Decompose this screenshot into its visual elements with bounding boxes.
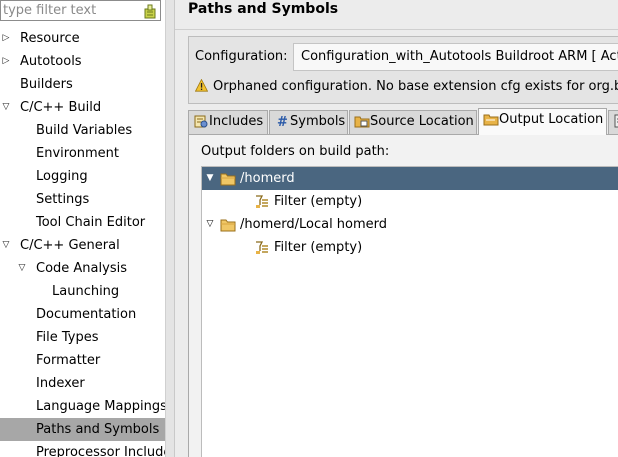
chevron-down-icon[interactable]: ▽ bbox=[16, 257, 28, 280]
chevron-down-icon[interactable]: ▽ bbox=[0, 96, 12, 119]
output-folder-row[interactable]: ▽ /homerd/Local homerd bbox=[202, 213, 618, 236]
properties-page: Paths and Symbols Configuration: Configu… bbox=[175, 0, 618, 457]
tree-item-build-variables[interactable]: Build Variables bbox=[0, 119, 165, 142]
tab-label: Output Location bbox=[499, 112, 604, 127]
configuration-area: Configuration: Configuration_with_Autoto… bbox=[188, 36, 618, 104]
filter-icon bbox=[254, 240, 271, 255]
tab-label: Source Location bbox=[370, 114, 474, 129]
tree-item-label: Autotools bbox=[20, 54, 82, 69]
output-row-label: /homerd bbox=[240, 171, 295, 186]
clear-filter-icon[interactable] bbox=[143, 2, 157, 19]
tree-item-label: Resource bbox=[20, 31, 80, 46]
tree-item-label: C/C++ General bbox=[20, 238, 120, 253]
tree-item-label: File Types bbox=[36, 330, 99, 345]
tree-item-resource[interactable]: ▷ Resource bbox=[0, 27, 165, 50]
filter-icon bbox=[254, 194, 271, 209]
chevron-right-icon[interactable]: ▷ bbox=[0, 27, 12, 50]
tree-item-label: Builders bbox=[20, 77, 73, 92]
tree-item-settings[interactable]: Settings bbox=[0, 188, 165, 211]
properties-tree-panel: ▷ Resource ▷ Autotools Builders ▽ C/C++ Build B… bbox=[0, 0, 165, 457]
tree-item-autotools[interactable]: ▷ Autotools bbox=[0, 50, 165, 73]
tree-item-tool-chain-editor[interactable]: Tool Chain Editor bbox=[0, 211, 165, 234]
tab-symbols[interactable]: # Symbols bbox=[269, 110, 348, 134]
tree-item-label: Logging bbox=[36, 169, 88, 184]
tree-item-documentation[interactable]: Documentation bbox=[0, 303, 165, 326]
configuration-label: Configuration: bbox=[195, 49, 288, 64]
tree-item-label: Paths and Symbols bbox=[36, 422, 160, 437]
output-filter-row[interactable]: Filter (empty) bbox=[202, 190, 618, 213]
title-separator bbox=[175, 29, 618, 30]
tree-item-label: C/C++ Build bbox=[20, 100, 102, 115]
chevron-right-icon[interactable]: ▷ bbox=[0, 50, 12, 73]
tree-item-label: Code Analysis bbox=[36, 261, 127, 276]
tree-item-label: Launching bbox=[52, 284, 120, 299]
panel-splitter[interactable] bbox=[165, 0, 175, 457]
folder-open-icon bbox=[220, 171, 237, 186]
tab-label: Includes bbox=[209, 114, 264, 129]
tab-bar: Includes # Symbols Source Location Output Lo… bbox=[188, 108, 618, 135]
tab-label: Symbols bbox=[290, 114, 346, 129]
output-folder-icon bbox=[483, 111, 499, 127]
tree-item-builders[interactable]: Builders bbox=[0, 73, 165, 96]
tree-item-code-analysis[interactable]: ▽ Code Analysis bbox=[0, 257, 165, 280]
tree-item-logging[interactable]: Logging bbox=[0, 165, 165, 188]
chevron-down-icon[interactable]: ▼ bbox=[204, 167, 216, 190]
output-location-panel: Output folders on build path: ▼ /homerd Fi… bbox=[188, 134, 618, 457]
chevron-down-icon[interactable]: ▽ bbox=[204, 213, 216, 236]
warning-text: Orphaned configuration. No base extensio… bbox=[213, 79, 618, 94]
output-filter-row[interactable]: Filter (empty) bbox=[202, 236, 618, 259]
output-folders-label: Output folders on build path: bbox=[201, 144, 390, 159]
tab-output-location[interactable]: Output Location bbox=[478, 108, 607, 135]
configuration-select[interactable]: Configuration_with_Autotools Buildroot A… bbox=[293, 43, 618, 71]
output-row-label: Filter (empty) bbox=[274, 240, 363, 255]
tree-item-c-c-build[interactable]: ▽ C/C++ Build bbox=[0, 96, 165, 119]
output-row-label: /homerd/Local homerd bbox=[240, 217, 388, 232]
references-icon bbox=[613, 113, 618, 129]
tree-item-file-types[interactable]: File Types bbox=[0, 326, 165, 349]
tree-item-label: Formatter bbox=[36, 353, 101, 368]
page-title: Paths and Symbols bbox=[188, 1, 339, 17]
tree-item-formatter[interactable]: Formatter bbox=[0, 349, 165, 372]
tree-item-label: Language Mappings bbox=[36, 399, 165, 414]
tab-includes[interactable]: Includes bbox=[188, 110, 268, 134]
tree-item-c-c-general[interactable]: ▽ C/C++ General bbox=[0, 234, 165, 257]
hash-icon: # bbox=[274, 113, 290, 130]
output-row-label: Filter (empty) bbox=[274, 194, 363, 209]
tree-item-language-mappings[interactable]: Language Mappings bbox=[0, 395, 165, 418]
tree-item-label: Preprocessor Include bbox=[36, 445, 165, 457]
chevron-down-icon[interactable]: ▽ bbox=[0, 234, 12, 257]
output-folder-row[interactable]: ▼ /homerd bbox=[202, 167, 618, 190]
tree-item-paths-and-symbols[interactable]: Paths and Symbols bbox=[0, 418, 165, 441]
filter-field[interactable] bbox=[0, 0, 161, 21]
tree-item-preprocessor-include[interactable]: Preprocessor Include bbox=[0, 441, 165, 457]
tree-item-label: Documentation bbox=[36, 307, 137, 322]
warning-icon bbox=[195, 79, 208, 92]
tab-references[interactable]: References bbox=[608, 110, 618, 134]
folder-open-icon bbox=[220, 217, 237, 232]
tree-item-label: Settings bbox=[36, 192, 90, 207]
svg-text:#: # bbox=[277, 115, 288, 129]
filter-input[interactable] bbox=[3, 2, 138, 19]
warning-message: Orphaned configuration. No base extensio… bbox=[195, 77, 618, 97]
source-folder-icon bbox=[354, 113, 370, 129]
tree-item-label: Environment bbox=[36, 146, 120, 161]
tree-item-label: Build Variables bbox=[36, 123, 133, 138]
tab-source-location[interactable]: Source Location bbox=[349, 110, 477, 134]
includes-icon bbox=[193, 113, 209, 129]
tree-item-label: Indexer bbox=[36, 376, 85, 391]
tree-item-label: Tool Chain Editor bbox=[36, 215, 146, 230]
output-folders-tree: ▼ /homerd Filter (empty) ▽ /homerd/Local hom… bbox=[201, 166, 618, 457]
configuration-value: Configuration_with_Autotools Buildroot A… bbox=[301, 49, 618, 64]
tree-item-indexer[interactable]: Indexer bbox=[0, 372, 165, 395]
tree-item-launching[interactable]: Launching bbox=[0, 280, 165, 303]
tree-item-environment[interactable]: Environment bbox=[0, 142, 165, 165]
